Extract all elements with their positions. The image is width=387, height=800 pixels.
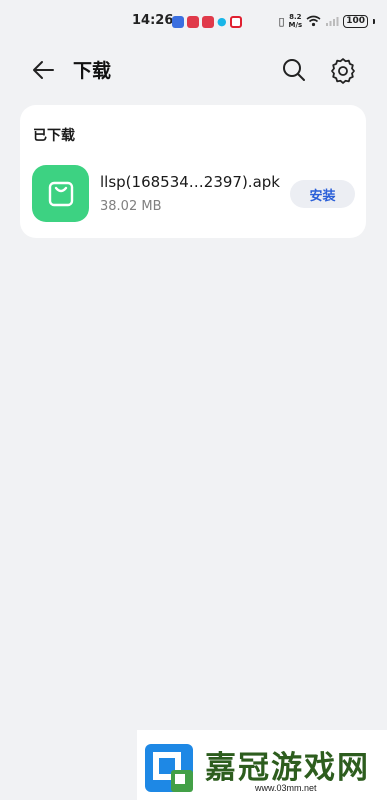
app-icon [32,165,89,222]
search-button[interactable] [278,54,310,86]
watermark-logo-icon [145,744,193,792]
signal-icon [326,17,339,26]
status-time: 14:26 [132,13,174,28]
page-title: 下载 [73,60,112,82]
battery-cap [373,18,375,24]
notification-app-icon [187,15,199,28]
notification-app-icon [229,15,242,28]
search-icon [283,59,305,81]
file-name: llsp(168534…2397).apk [100,173,280,191]
section-title: 已下载 [33,128,75,144]
battery-indicator: 100 [343,14,368,28]
file-size: 38.02 MB [100,199,162,214]
install-button[interactable]: 安装 [290,180,355,208]
watermark-brand: 嘉冠游戏网 [205,750,370,786]
wifi-icon [306,15,321,27]
notification-app-icon [202,15,214,28]
downloaded-card: 已下载 llsp(168534…2397).apk 38.02 MB 安装 [20,105,366,238]
back-button[interactable] [28,54,60,86]
gear-icon [331,58,355,84]
app-header: 下载 [0,48,387,90]
shield-notification-icon: ● [217,15,227,28]
notification-app-icon [172,15,184,28]
status-indicators: ▯ 8.2 M/s 100 [278,13,375,29]
status-bar: 14:26 ● ▯ 8.2 M/s 100 [0,0,387,44]
watermark-url: www.03mm.net [255,783,317,793]
list-item[interactable]: llsp(168534…2397).apk 38.02 MB 安装 [20,161,366,225]
settings-button[interactable] [327,54,359,86]
watermark: 嘉冠游戏网 www.03mm.net [137,730,387,800]
vibrate-icon: ▯ [278,14,285,28]
notification-icons: ● [172,15,242,28]
shopping-bag-icon [48,181,73,206]
network-speed: 8.2 M/s [288,13,303,29]
arrow-left-icon [33,61,54,79]
